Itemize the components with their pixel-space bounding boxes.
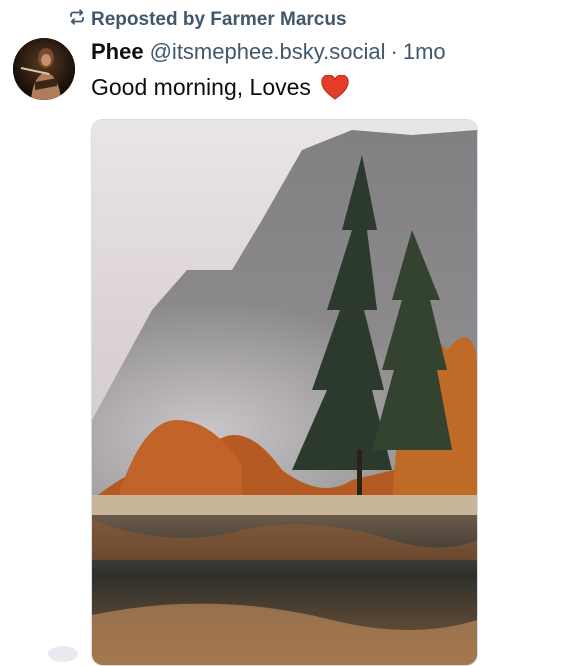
repost-icon <box>68 8 86 32</box>
post-body: Good morning, Loves <box>91 73 349 101</box>
avatar[interactable] <box>13 38 75 100</box>
post-image[interactable] <box>91 119 478 666</box>
post-text: Good morning, Loves <box>91 74 311 100</box>
author-handle[interactable]: @itsmephee.bsky.social <box>150 39 386 65</box>
post-timestamp[interactable]: 1mo <box>403 39 446 65</box>
repost-indicator[interactable]: Reposted by Farmer Marcus <box>68 9 347 31</box>
header-separator: · <box>390 39 398 64</box>
next-post-avatar <box>48 646 78 662</box>
heart-icon <box>321 73 349 101</box>
repost-label: Reposted by Farmer Marcus <box>91 9 347 30</box>
author-name[interactable]: Phee <box>91 39 144 65</box>
post-header: Phee @itsmephee.bsky.social · 1mo <box>91 39 446 69</box>
